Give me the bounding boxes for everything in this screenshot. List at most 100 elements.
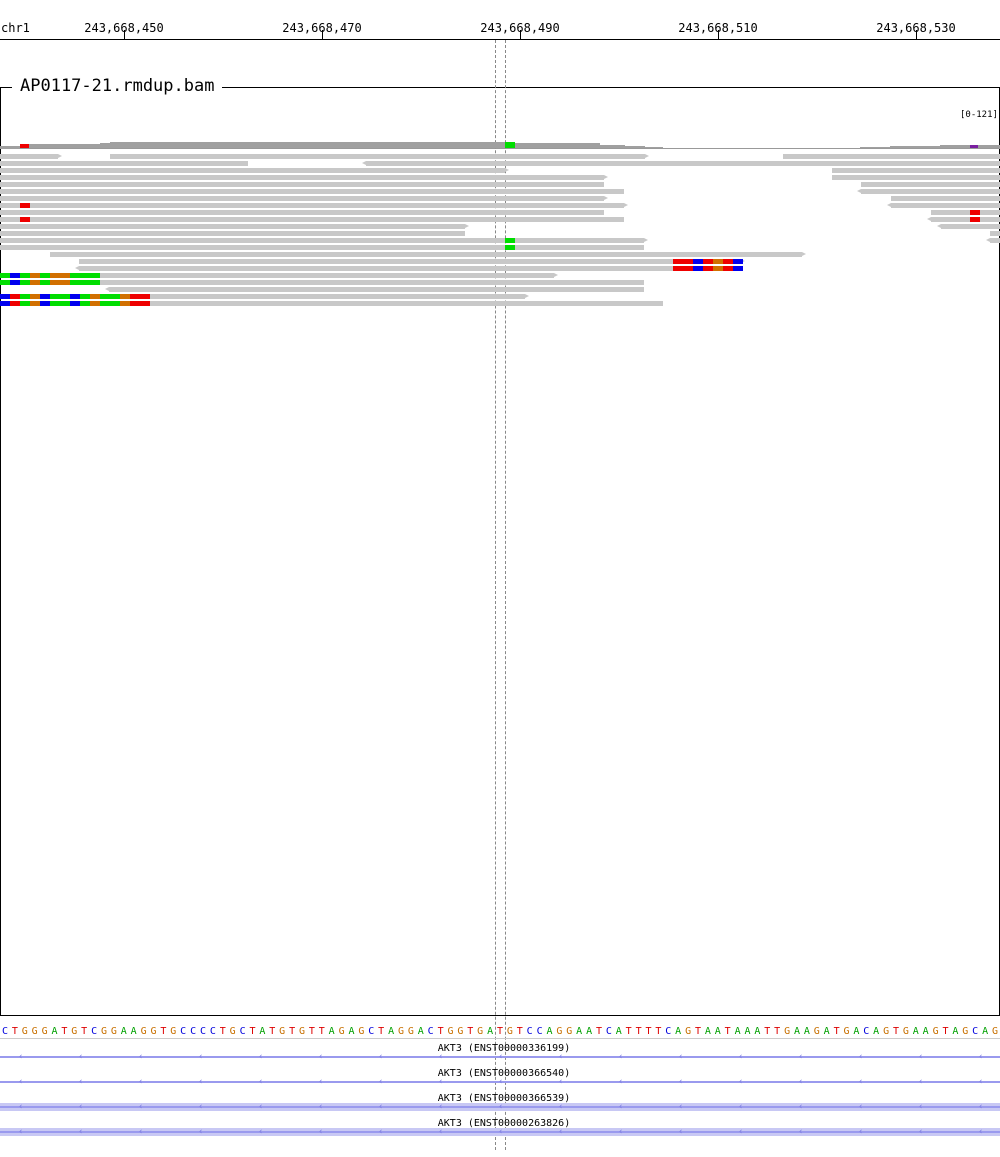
coverage-mismatch xyxy=(970,145,978,148)
aligned-read xyxy=(0,245,644,250)
strand-chevron-icon: ‹ xyxy=(678,1102,684,1112)
reference-base: A xyxy=(754,1026,761,1037)
sequence-divider xyxy=(0,1038,1000,1039)
coverage-mismatch xyxy=(505,142,515,148)
mismatch-base xyxy=(10,301,20,306)
aligned-read xyxy=(79,266,741,271)
reference-base: G xyxy=(457,1026,464,1037)
reference-base: A xyxy=(823,1026,830,1037)
reference-base: A xyxy=(348,1026,355,1037)
mismatch-base xyxy=(683,266,693,271)
reference-base: C xyxy=(199,1026,207,1037)
reference-base: T xyxy=(645,1026,652,1037)
reference-base: G xyxy=(21,1026,28,1037)
mismatch-base xyxy=(140,294,150,299)
read-strand-arrow xyxy=(105,287,109,291)
mismatch-base xyxy=(30,294,40,299)
strand-chevron-icon: ‹ xyxy=(918,1102,924,1112)
mismatch-base xyxy=(60,301,70,306)
strand-chevron-icon: ‹ xyxy=(378,1077,384,1087)
strand-chevron-icon: ‹ xyxy=(498,1077,504,1087)
reference-base: G xyxy=(298,1026,306,1037)
mismatch-base xyxy=(693,259,703,264)
mismatch-base xyxy=(0,294,10,299)
reference-base: G xyxy=(962,1026,969,1037)
read-strand-arrow xyxy=(857,189,861,193)
strand-chevron-icon: ‹ xyxy=(78,1102,84,1112)
reference-base: T xyxy=(764,1026,771,1037)
strand-chevron-icon: ‹ xyxy=(258,1052,264,1062)
mismatch-base xyxy=(110,294,120,299)
mismatch-base xyxy=(40,294,50,299)
reference-base: A xyxy=(714,1026,721,1037)
strand-chevron-icon: ‹ xyxy=(558,1102,564,1112)
mismatch-base xyxy=(703,266,713,271)
strand-chevron-icon: ‹ xyxy=(618,1102,624,1112)
aligned-read xyxy=(0,203,624,208)
aligned-read xyxy=(109,287,644,292)
strand-chevron-icon: ‹ xyxy=(378,1052,384,1062)
read-strand-arrow xyxy=(362,161,366,165)
mismatch-base xyxy=(673,259,683,264)
aligned-read xyxy=(891,203,1000,208)
track-title: AP0117-21.rmdup.bam xyxy=(12,76,223,96)
reference-base: G xyxy=(902,1026,909,1037)
coverage-mismatch xyxy=(20,144,29,148)
mismatch-base xyxy=(60,294,70,299)
reference-base: C xyxy=(180,1026,187,1037)
mismatch-base xyxy=(20,203,30,208)
strand-chevron-icon: ‹ xyxy=(438,1127,444,1137)
mismatch-base xyxy=(70,294,80,299)
reference-base: G xyxy=(556,1026,563,1037)
reference-base: A xyxy=(576,1026,583,1037)
mismatch-base xyxy=(10,273,20,278)
reference-base: A xyxy=(259,1026,266,1037)
reference-base: G xyxy=(813,1026,820,1037)
strand-chevron-icon: ‹ xyxy=(138,1052,144,1062)
reference-base: G xyxy=(279,1026,286,1037)
reference-base: C xyxy=(526,1026,533,1037)
reference-base: A xyxy=(615,1026,622,1037)
strand-chevron-icon: ‹ xyxy=(378,1102,384,1112)
reference-base: G xyxy=(407,1026,414,1037)
strand-chevron-icon: ‹ xyxy=(618,1127,624,1137)
reference-base: T xyxy=(289,1026,296,1037)
read-strand-arrow xyxy=(887,203,891,207)
genome-ruler[interactable]: chr1 243,668,450 243,668,470 243,668,490… xyxy=(0,0,1000,40)
mismatch-base xyxy=(713,259,723,264)
mismatch-base xyxy=(703,259,713,264)
strand-chevron-icon: ‹ xyxy=(438,1102,444,1112)
read-strand-arrow xyxy=(937,224,941,228)
mismatch-base xyxy=(140,301,150,306)
strand-chevron-icon: ‹ xyxy=(618,1077,624,1087)
read-strand-arrow xyxy=(604,175,608,179)
strand-chevron-icon: ‹ xyxy=(198,1102,204,1112)
aligned-read xyxy=(0,217,624,222)
reference-base: A xyxy=(952,1026,959,1037)
aligned-read xyxy=(0,210,604,215)
strand-chevron-icon: ‹ xyxy=(498,1102,504,1112)
strand-chevron-icon: ‹ xyxy=(138,1077,144,1087)
reference-base: A xyxy=(417,1026,424,1037)
mismatch-base xyxy=(40,301,50,306)
reference-base: G xyxy=(170,1026,177,1037)
strand-chevron-icon: ‹ xyxy=(258,1077,264,1087)
strand-chevron-icon: ‹ xyxy=(798,1052,804,1062)
aligned-read xyxy=(0,238,644,243)
strand-chevron-icon: ‹ xyxy=(738,1077,744,1087)
aligned-read xyxy=(0,196,604,201)
mismatch-base xyxy=(970,217,980,222)
mismatch-base xyxy=(733,259,743,264)
coverage-bar xyxy=(645,147,663,148)
strand-chevron-icon: ‹ xyxy=(558,1052,564,1062)
mismatch-base xyxy=(60,280,70,285)
strand-chevron-icon: ‹ xyxy=(78,1127,84,1137)
reference-base: G xyxy=(506,1026,513,1037)
aligned-read xyxy=(0,189,624,194)
reference-base: T xyxy=(160,1026,167,1037)
reference-base: C xyxy=(605,1026,612,1037)
mismatch-base xyxy=(505,245,515,250)
reference-base: C xyxy=(863,1026,870,1037)
mismatch-base xyxy=(90,294,100,299)
coverage-bar xyxy=(625,146,645,148)
